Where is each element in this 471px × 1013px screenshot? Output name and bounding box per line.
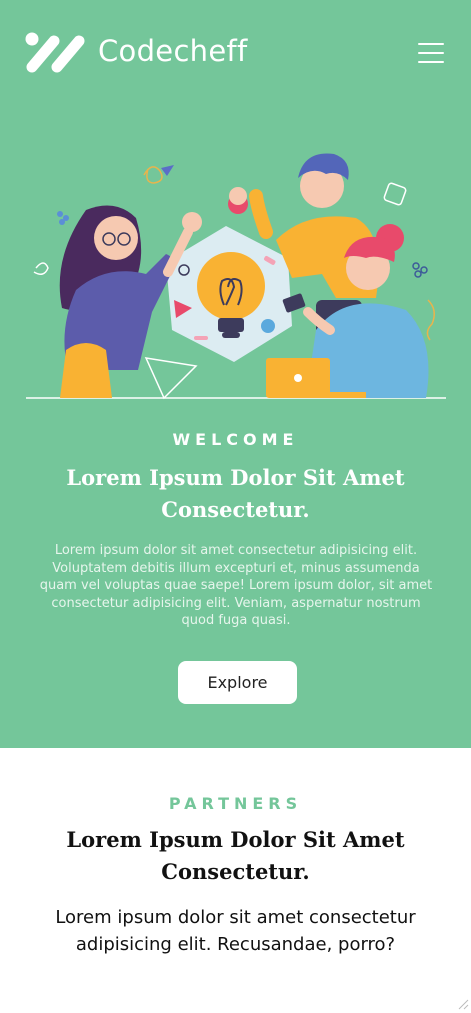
- site-header: Codecheff: [0, 0, 471, 104]
- hero-section: Codecheff WELCOME Lorem Ipsum Dolor Sit …: [0, 0, 471, 748]
- partners-title: Lorem Ipsum Dolor Sit Amet Consectetur.: [66, 827, 405, 884]
- hero-title: Lorem Ipsum Dolor Sit Amet Consectetur.: [66, 465, 405, 522]
- partners-eyebrow: PARTNERS: [168, 794, 303, 813]
- hero-description: Lorem ipsum dolor sit amet consectetur a…: [39, 543, 433, 629]
- explore-button[interactable]: Explore: [178, 661, 297, 704]
- welcome-eyebrow: WELCOME: [172, 430, 299, 449]
- partners-description: Lorem ipsum dolor sit amet consectetur a…: [55, 907, 416, 955]
- brand-name[interactable]: Codecheff: [98, 34, 248, 68]
- team-brainstorm-illustration: [26, 153, 446, 400]
- resize-handle-icon[interactable]: [457, 998, 469, 1010]
- codecheff-logo-icon[interactable]: [24, 31, 88, 75]
- hamburger-menu-icon[interactable]: [418, 41, 446, 65]
- partners-section: PARTNERS Lorem Ipsum Dolor Sit Amet Cons…: [0, 748, 471, 1013]
